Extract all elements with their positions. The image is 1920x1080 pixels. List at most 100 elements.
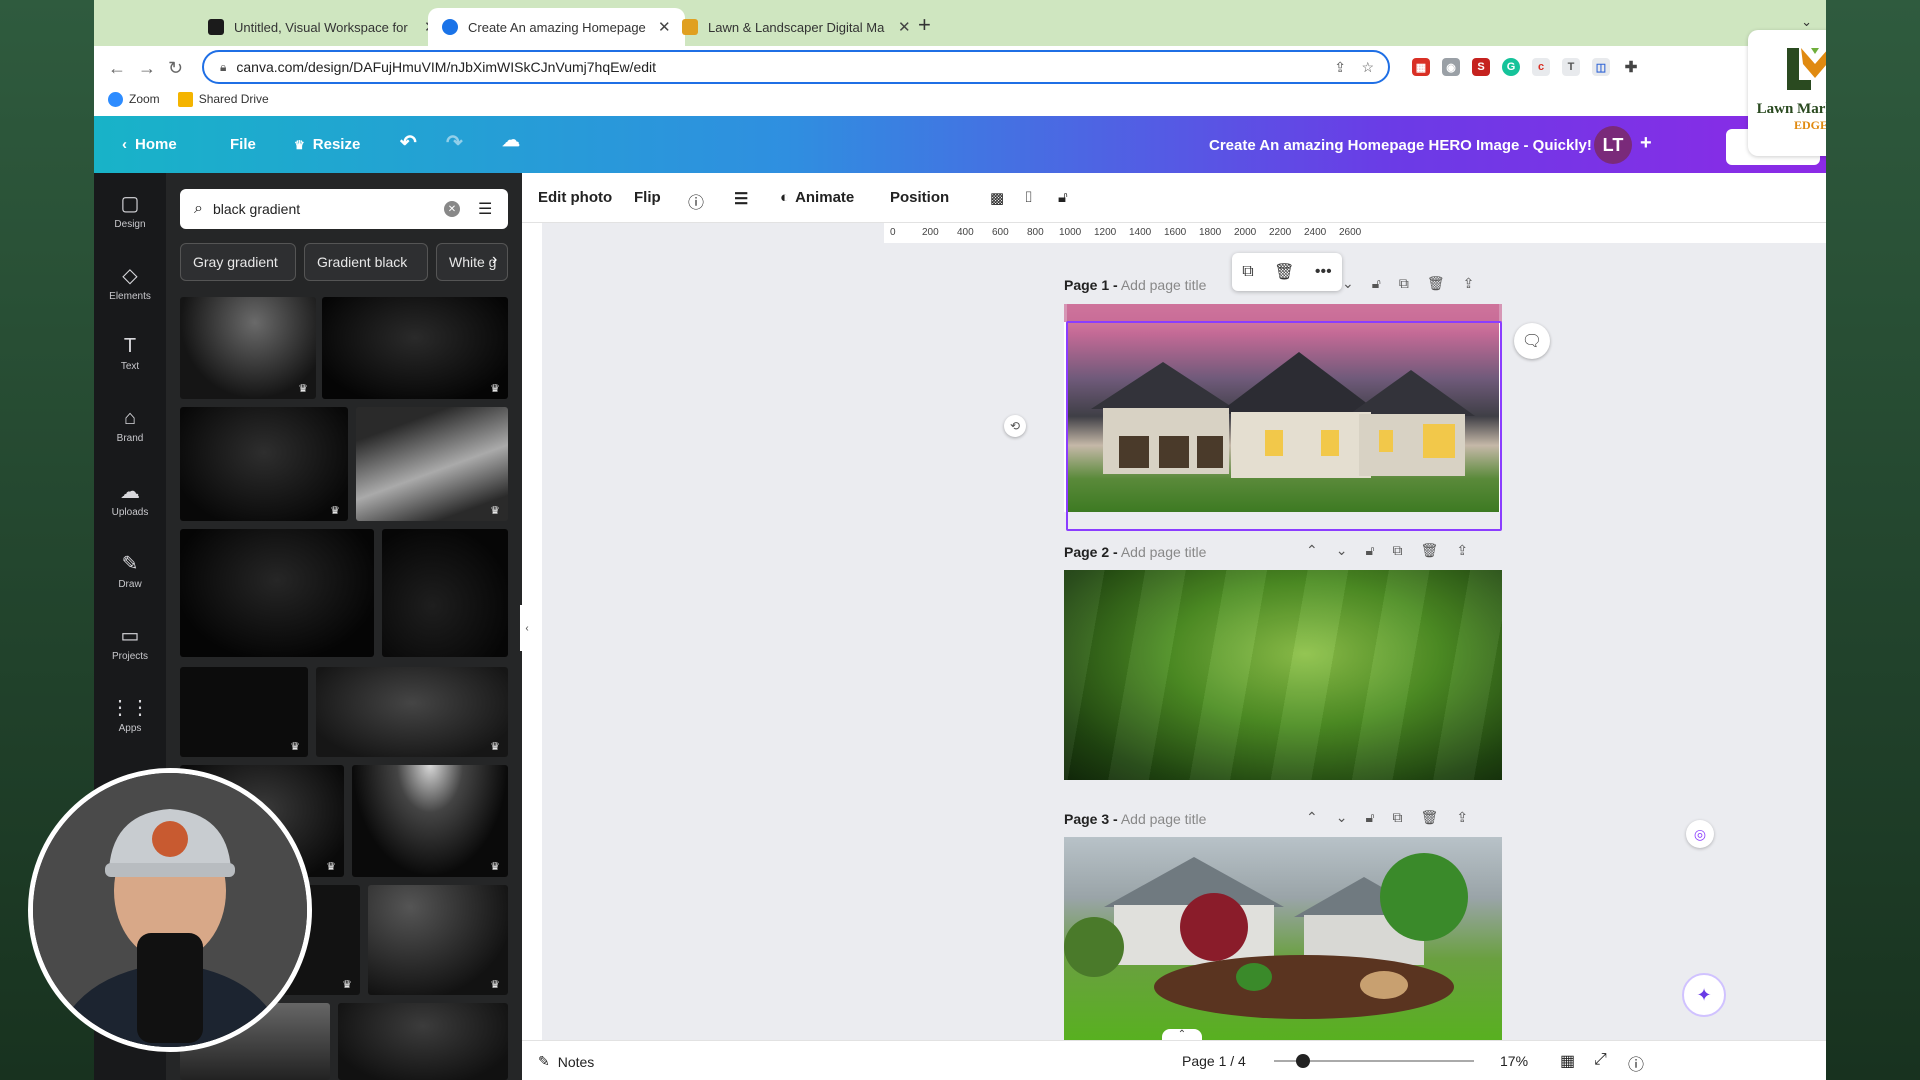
add-page-icon[interactable]: ⇪: [1463, 275, 1475, 292]
extension-icon[interactable]: ▦: [1412, 58, 1430, 76]
browser-tab-canva[interactable]: Create An amazing Homepage ✕: [428, 8, 685, 46]
gradient-thumbnail[interactable]: ♛: [356, 407, 508, 521]
add-page-title[interactable]: Add page title: [1121, 544, 1207, 560]
gradient-thumbnail[interactable]: ♛: [322, 297, 508, 399]
resize-button[interactable]: ♛ Resize: [294, 136, 360, 153]
rail-item-brand[interactable]: ⌂ Brand: [94, 407, 166, 444]
back-icon[interactable]: ←: [108, 58, 126, 79]
chevron-down-icon[interactable]: ⌄: [1336, 542, 1348, 559]
gradient-thumbnail[interactable]: [338, 1003, 508, 1080]
avatar[interactable]: LT: [1594, 126, 1632, 164]
edit-photo-button[interactable]: Edit photo: [538, 189, 612, 206]
rail-item-draw[interactable]: ✎ Draw: [94, 551, 166, 590]
page-2-canvas[interactable]: [1064, 570, 1502, 780]
reload-icon[interactable]: ↻: [168, 58, 183, 79]
text-extension-icon[interactable]: T: [1562, 58, 1580, 76]
rail-item-design[interactable]: ▢ Design: [94, 191, 166, 230]
gradient-thumbnail[interactable]: ♛: [180, 297, 316, 399]
suggestion-chip[interactable]: Gradient black: [304, 243, 428, 281]
notes-button[interactable]: ✎ Notes: [538, 1053, 594, 1070]
bookmark-star-icon[interactable]: ☆: [1361, 59, 1374, 76]
grid-view-icon[interactable]: ▦: [1560, 1051, 1575, 1071]
add-page-icon[interactable]: ⇪: [1456, 809, 1468, 826]
rail-item-elements[interactable]: ◇ Elements: [94, 263, 166, 302]
add-page-title[interactable]: Add page title: [1121, 811, 1207, 827]
rotate-handle-icon[interactable]: ⟲: [1004, 415, 1026, 437]
gradient-thumbnail[interactable]: ♛: [180, 667, 308, 757]
gradient-thumbnail[interactable]: ♛: [316, 667, 508, 757]
camera-extension-icon[interactable]: ◉: [1442, 58, 1460, 76]
fullscreen-icon[interactable]: ⤢: [1594, 1051, 1607, 1069]
delete-icon[interactable]: 🗑︎: [1274, 262, 1294, 282]
animate-button[interactable]: ◐ Animate: [780, 189, 854, 206]
cloud-saved-icon[interactable]: ☁: [502, 130, 520, 151]
delete-page-icon[interactable]: 🗑︎: [1427, 275, 1445, 292]
forward-icon[interactable]: →: [138, 58, 156, 79]
scroll-up-handle[interactable]: ⌃: [1162, 1029, 1202, 1040]
undo-icon[interactable]: ↶: [400, 130, 417, 155]
chevron-up-icon[interactable]: ⌃: [1306, 809, 1318, 826]
zoom-slider-thumb[interactable]: [1296, 1054, 1310, 1068]
file-menu-button[interactable]: File: [230, 136, 256, 153]
gradient-thumbnail[interactable]: ♛: [352, 765, 508, 877]
magic-sparkle-icon[interactable]: ✦: [1682, 973, 1726, 1017]
rail-item-uploads[interactable]: ☁ Uploads: [94, 479, 166, 518]
duplicate-page-icon[interactable]: ⧉: [1399, 275, 1409, 292]
suggestion-chip[interactable]: Gray gradient: [180, 243, 296, 281]
border-style-icon[interactable]: ☰: [734, 189, 748, 209]
home-button[interactable]: ‹ Home: [122, 136, 177, 153]
grammarly-icon[interactable]: G: [1502, 58, 1520, 76]
zoom-slider[interactable]: [1274, 1054, 1474, 1068]
comment-bubble-icon[interactable]: 🗨︎: [1514, 323, 1550, 359]
chevron-up-icon[interactable]: ⌃: [1306, 542, 1318, 559]
puzzle-extension-icon[interactable]: ✚: [1622, 58, 1640, 76]
lock-icon[interactable]: 🔓︎: [1372, 275, 1381, 292]
more-icon[interactable]: •••: [1315, 263, 1332, 281]
duplicate-page-icon[interactable]: ⧉: [1393, 809, 1403, 826]
clear-search-icon[interactable]: ✕: [444, 201, 460, 217]
rail-item-apps[interactable]: ⋮⋮ Apps: [94, 695, 166, 734]
gradient-thumbnail[interactable]: [382, 529, 508, 657]
canva-assistant-icon[interactable]: ◎: [1686, 820, 1714, 848]
flip-button[interactable]: Flip: [634, 189, 661, 206]
chevron-down-icon[interactable]: ⌄: [1336, 809, 1348, 826]
chevron-down-icon[interactable]: ⌄: [1342, 275, 1354, 292]
search-input[interactable]: ⌕ black gradient ✕ ☰: [180, 189, 508, 229]
bookmark-zoom[interactable]: Zoom: [108, 91, 160, 107]
browser-tab-untitled[interactable]: Untitled, Visual Workspace for ✕: [194, 8, 451, 46]
zoom-level[interactable]: 17%: [1500, 1053, 1528, 1069]
gradient-thumbnail[interactable]: [180, 529, 374, 657]
design-title[interactable]: Create An amazing Homepage HERO Image - …: [1209, 137, 1592, 154]
chevron-right-icon[interactable]: ›: [492, 251, 497, 269]
page-indicator[interactable]: Page 1 / 4: [1182, 1053, 1246, 1069]
url-bar[interactable]: 🔒︎ canva.com/design/DAFujHmuVIM/nJbXimWI…: [202, 50, 1390, 84]
rail-item-projects[interactable]: ▭ Projects: [94, 623, 166, 662]
filter-icon[interactable]: ☰: [478, 199, 492, 219]
delete-page-icon[interactable]: 🗑︎: [1421, 809, 1439, 826]
screen-extension-icon[interactable]: ◫: [1592, 58, 1610, 76]
gradient-thumbnail[interactable]: ♛: [368, 885, 508, 995]
info-icon[interactable]: ⓘ: [688, 189, 704, 213]
paint-roller-icon[interactable]: ⌷: [1024, 189, 1033, 206]
s-extension-icon[interactable]: S: [1472, 58, 1490, 76]
transparency-icon[interactable]: ▩: [990, 189, 1004, 207]
browser-tab-lawn[interactable]: Lawn & Landscaper Digital Ma ✕: [668, 8, 925, 46]
position-button[interactable]: Position: [890, 189, 949, 206]
bookmark-shared-drive[interactable]: Shared Drive: [177, 91, 269, 107]
rail-item-text[interactable]: T Text: [94, 335, 166, 372]
add-page-icon[interactable]: ⇪: [1456, 542, 1468, 559]
lock-icon[interactable]: 🔓︎: [1058, 189, 1068, 206]
lock-icon[interactable]: 🔓︎: [1365, 809, 1374, 826]
add-page-title[interactable]: Add page title: [1121, 277, 1207, 293]
redo-icon[interactable]: ↷: [446, 130, 463, 155]
duplicate-page-icon[interactable]: ⧉: [1393, 542, 1403, 559]
help-icon[interactable]: ⓘ: [1628, 1051, 1644, 1075]
page-3-canvas[interactable]: [1064, 837, 1502, 1040]
delete-page-icon[interactable]: 🗑︎: [1421, 542, 1439, 559]
c-extension-icon[interactable]: c: [1532, 58, 1550, 76]
chevron-down-icon[interactable]: ⌄: [1801, 14, 1812, 30]
selection-frame[interactable]: [1066, 321, 1502, 531]
close-icon[interactable]: ✕: [898, 18, 911, 36]
plus-icon[interactable]: +: [1640, 132, 1652, 155]
collapse-panel-handle[interactable]: ‹: [520, 605, 534, 651]
